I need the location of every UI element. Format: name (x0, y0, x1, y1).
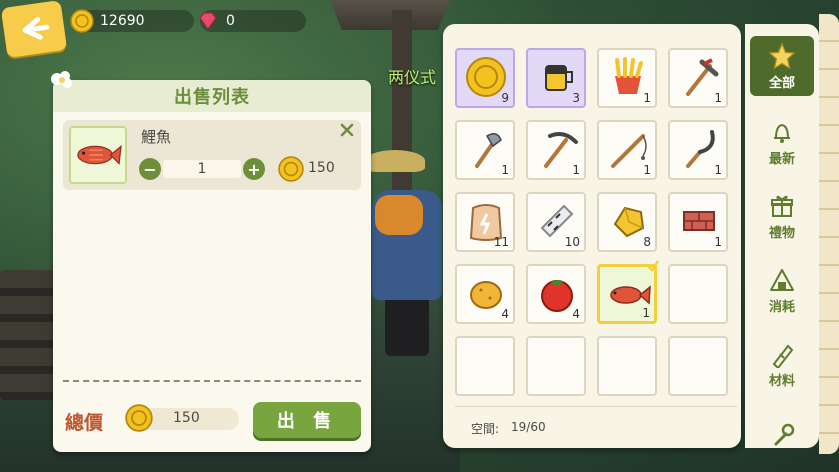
inventory-slot[interactable]: 1 (668, 48, 728, 108)
inventory-panel: 9 3 1 1 1 1 1 1 11 10 8 1 4 4 1 空間: 19/60 (443, 24, 741, 448)
item-count: 1 (714, 163, 722, 177)
divider (63, 380, 361, 382)
inventory-slot[interactable]: 3 (526, 48, 586, 108)
category-label: 禮物 (768, 225, 795, 241)
roof (330, 0, 450, 30)
gem-icon (199, 12, 217, 31)
inventory-slot-empty[interactable] (668, 264, 728, 324)
world-sign-text: 两仪式 (388, 68, 437, 87)
inventory-slot[interactable]: 1 (597, 48, 657, 108)
category-label: 材料 (768, 373, 795, 389)
inventory-footer-divider (455, 406, 737, 407)
item-count: 4 (572, 307, 580, 321)
character-legs (385, 296, 429, 356)
item-count: 3 (572, 91, 580, 105)
item-count: 1 (643, 163, 651, 177)
category-tab[interactable]: 全部 (750, 36, 814, 96)
item-count: 10 (564, 235, 580, 249)
rice-ball-icon (770, 268, 794, 291)
bell-icon (774, 123, 790, 143)
item-thumbnail (69, 126, 127, 184)
coins-value: 12690 (100, 13, 145, 29)
sell-button[interactable]: 出 售 (253, 402, 361, 438)
total-label: 總價 (65, 412, 104, 434)
item-count: 9 (501, 91, 509, 105)
inventory-slot-empty[interactable] (668, 336, 728, 396)
remove-item-icon[interactable] (339, 122, 355, 138)
inventory-slot[interactable]: 4 (455, 264, 515, 324)
character-hat (365, 150, 425, 172)
sell-panel: 出售列表 鯉魚 − 1 + 150 總價 150 出 售 (51, 71, 371, 452)
inventory-slot[interactable]: 1 (597, 260, 660, 324)
item-name: 鯉魚 (141, 128, 172, 146)
inventory-slot[interactable]: 9 (455, 48, 515, 108)
category-tab[interactable]: 消耗 (750, 260, 814, 320)
gift-icon (771, 195, 793, 217)
coin-icon (70, 9, 94, 33)
inventory-slot[interactable]: 11 (455, 192, 515, 252)
category-tab[interactable]: 材料 (750, 334, 814, 394)
inventory-slot[interactable]: 4 (526, 264, 586, 324)
coin-icon (278, 156, 304, 182)
star-icon (768, 41, 796, 69)
item-count: 1 (714, 235, 722, 249)
item-count: 1 (642, 306, 650, 320)
inventory-slot-empty[interactable] (455, 336, 515, 396)
gems-value: 0 (226, 13, 235, 29)
inventory-slot[interactable]: 1 (668, 192, 728, 252)
inventory-slot[interactable]: 8 (597, 192, 657, 252)
back-arrow-icon (22, 16, 50, 40)
item-count: 1 (501, 163, 509, 177)
character-scarf (375, 195, 423, 235)
category-label: 全部 (768, 75, 795, 91)
item-count: 1 (572, 163, 580, 177)
wooden-post (392, 10, 412, 210)
total-value: 150 (173, 410, 200, 426)
sell-list-item: 鯉魚 − 1 + 150 (63, 120, 361, 190)
quantity-decrease-button[interactable]: − (139, 158, 161, 180)
item-count: 11 (493, 235, 509, 249)
inventory-slot[interactable]: 1 (597, 120, 657, 180)
category-tab[interactable]: 禮物 (750, 186, 814, 246)
coin-icon (125, 404, 153, 432)
quantity-increase-button[interactable]: + (243, 158, 265, 180)
check-icon (647, 260, 660, 272)
inventory-slot-empty[interactable] (526, 336, 586, 396)
inventory-slot[interactable]: 1 (668, 120, 728, 180)
space-value: 19/60 (511, 420, 546, 434)
space-label: 空間: (471, 422, 500, 436)
quantity-field[interactable]: 1 (163, 160, 241, 178)
category-label: 最新 (768, 151, 795, 167)
category-tab[interactable]: 最新 (750, 112, 814, 172)
category-label: 消耗 (768, 299, 795, 315)
coins-counter: 12690 (70, 9, 194, 33)
inventory-slot[interactable]: 10 (526, 192, 586, 252)
item-count: 1 (714, 91, 722, 105)
item-count: 4 (501, 307, 509, 321)
log-icon (772, 343, 794, 368)
inventory-slot[interactable]: 1 (526, 120, 586, 180)
inventory-slot[interactable]: 1 (455, 120, 515, 180)
item-count: 8 (643, 235, 651, 249)
item-price: 150 (308, 160, 335, 176)
flower-decoration-icon (51, 71, 72, 88)
item-count: 1 (643, 91, 651, 105)
category-tab[interactable] (750, 404, 814, 464)
inventory-slot-empty[interactable] (597, 336, 657, 396)
book-page-edge (819, 14, 839, 454)
category-sidebar: 全部最新禮物消耗材料 (745, 24, 819, 448)
gems-counter: 0 (199, 10, 306, 32)
sell-list-title: 出售列表 (53, 80, 371, 112)
carp-fish-icon (77, 145, 122, 165)
back-button[interactable] (0, 0, 68, 58)
tool-icon (774, 423, 795, 446)
